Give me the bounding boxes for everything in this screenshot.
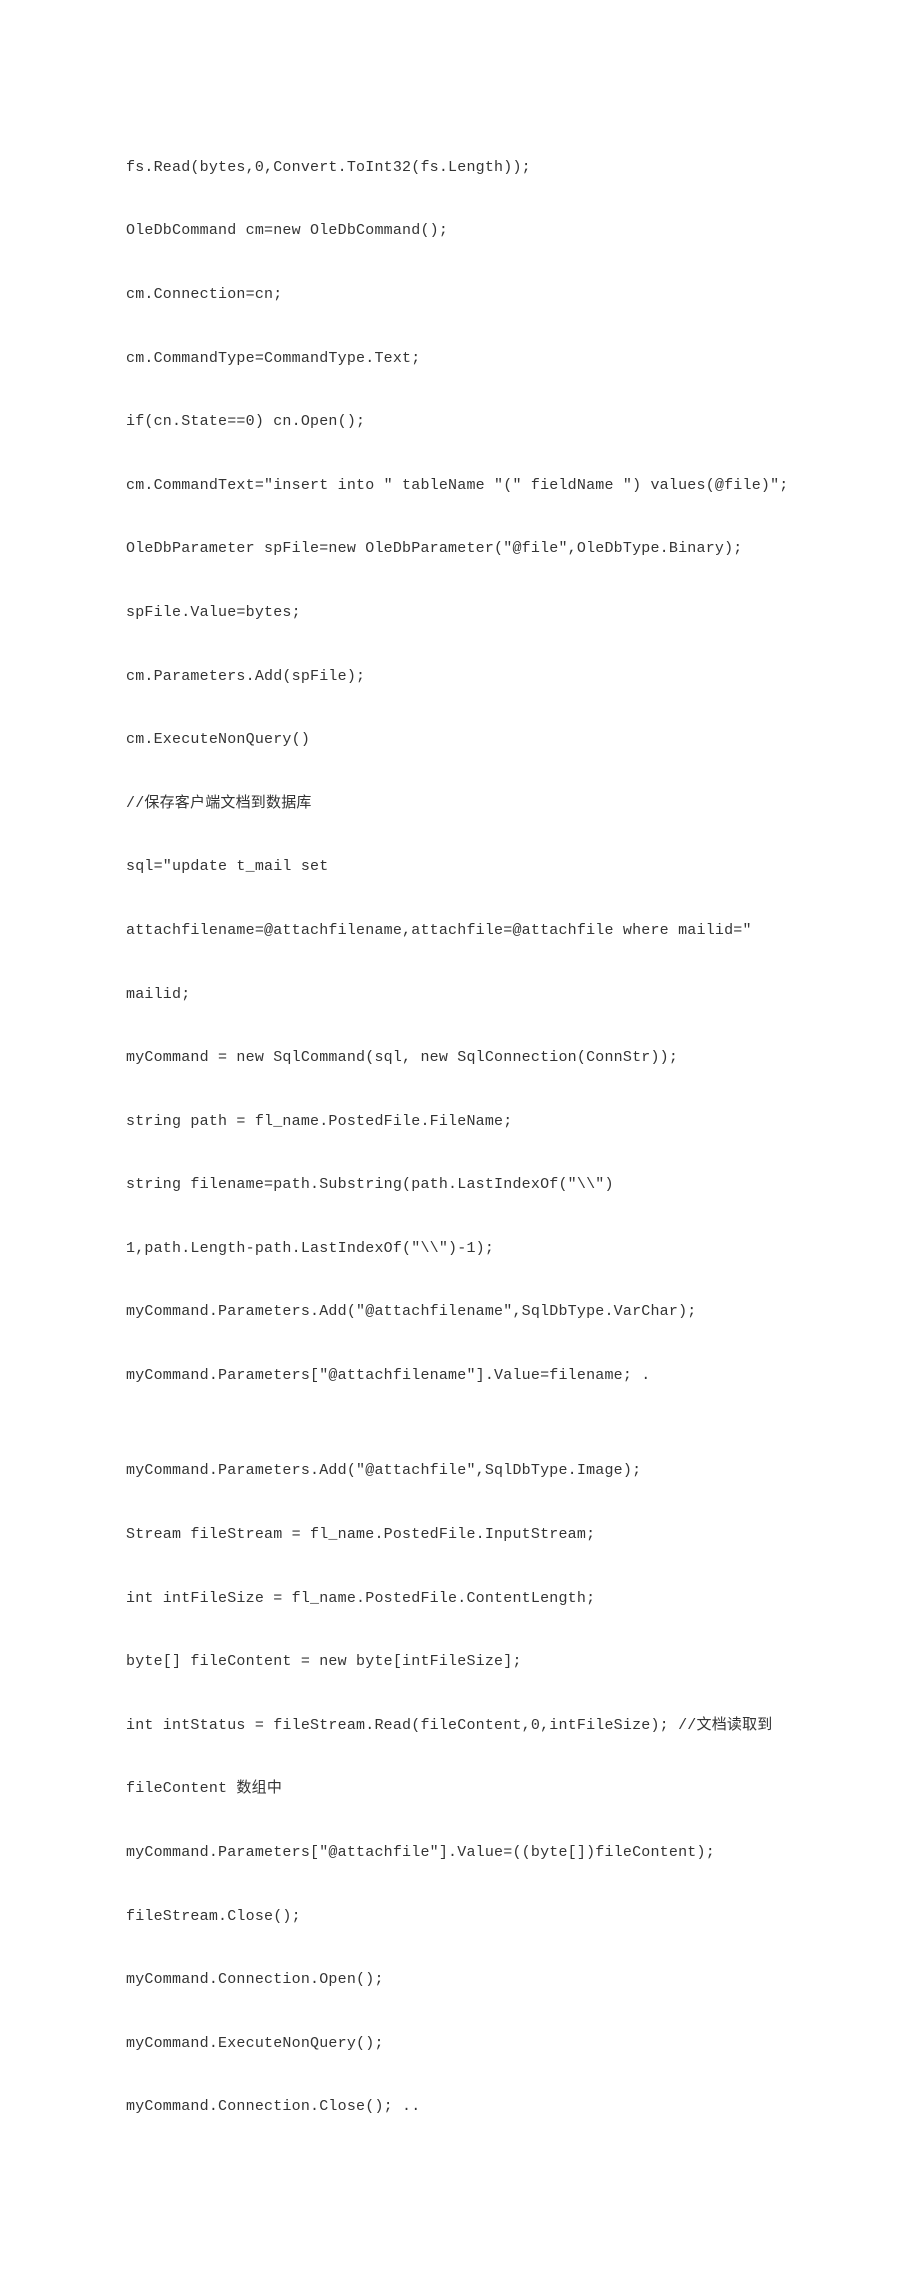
code-line: myCommand.Parameters.Add("@attachfilenam…: [126, 1296, 794, 1328]
code-line: fileContent 数组中: [126, 1773, 794, 1805]
code-line: string filename=path.Substring(path.Last…: [126, 1169, 794, 1201]
code-line: int intStatus = fileStream.Read(fileCont…: [126, 1710, 794, 1742]
code-line: cm.CommandText="insert into " tableName …: [126, 470, 794, 502]
code-line: myCommand.Parameters["@attachfile"].Valu…: [126, 1837, 794, 1869]
code-line: myCommand.Parameters.Add("@attachfile",S…: [126, 1455, 794, 1487]
code-line: cm.ExecuteNonQuery(): [126, 724, 794, 756]
code-line: //保存客户端文档到数据库: [126, 788, 794, 820]
code-line: byte[] fileContent = new byte[intFileSiz…: [126, 1646, 794, 1678]
code-line: spFile.Value=bytes;: [126, 597, 794, 629]
document-page: fs.Read(bytes,0,Convert.ToInt32(fs.Lengt…: [0, 0, 920, 2275]
code-line: fileStream.Close();: [126, 1901, 794, 1933]
code-line: int intFileSize = fl_name.PostedFile.Con…: [126, 1583, 794, 1615]
code-line: cm.Parameters.Add(spFile);: [126, 661, 794, 693]
code-line: string path = fl_name.PostedFile.FileNam…: [126, 1106, 794, 1138]
code-line: myCommand = new SqlCommand(sql, new SqlC…: [126, 1042, 794, 1074]
code-line: OleDbParameter spFile=new OleDbParameter…: [126, 533, 794, 565]
code-line: myCommand.Connection.Close(); ..: [126, 2091, 794, 2123]
code-line: sql="update t_mail set: [126, 851, 794, 883]
code-line: attachfilename=@attachfilename,attachfil…: [126, 915, 794, 947]
code-line: myCommand.Parameters["@attachfilename"].…: [126, 1360, 794, 1392]
code-line: cm.Connection=cn;: [126, 279, 794, 311]
code-line: mailid;: [126, 979, 794, 1011]
code-line: myCommand.ExecuteNonQuery();: [126, 2028, 794, 2060]
code-line: fs.Read(bytes,0,Convert.ToInt32(fs.Lengt…: [126, 152, 794, 184]
code-line: OleDbCommand cm=new OleDbCommand();: [126, 215, 794, 247]
code-line: cm.CommandType=CommandType.Text;: [126, 343, 794, 375]
code-line: myCommand.Connection.Open();: [126, 1964, 794, 1996]
code-line: if(cn.State==0) cn.Open();: [126, 406, 794, 438]
code-line: 1,path.Length-path.LastIndexOf("\\")-1);: [126, 1233, 794, 1265]
code-line: Stream fileStream = fl_name.PostedFile.I…: [126, 1519, 794, 1551]
